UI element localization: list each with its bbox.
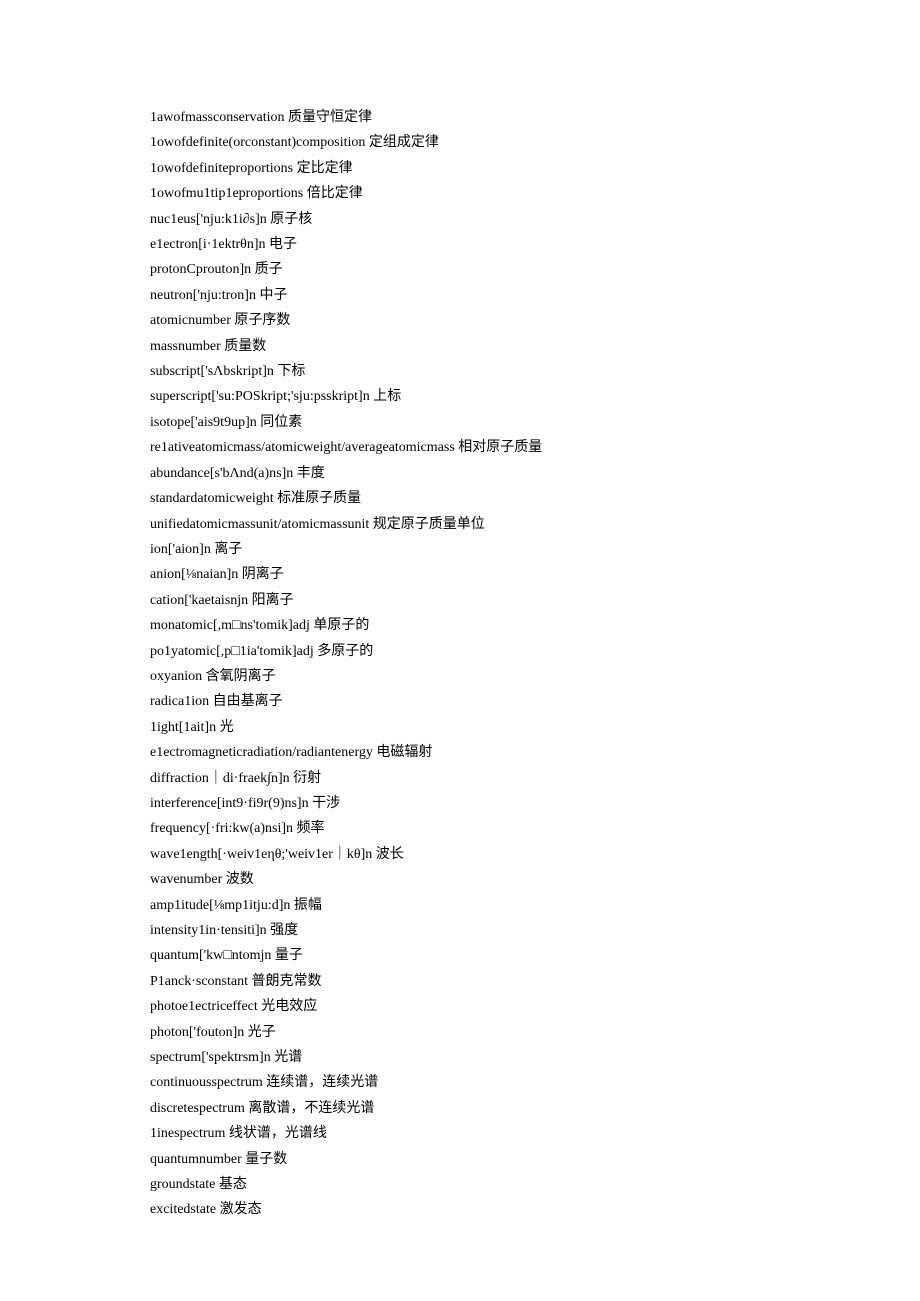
glossary-entry: wavenumber 波数 — [150, 867, 770, 892]
glossary-entry: spectrum['spektrsm]n 光谱 — [150, 1045, 770, 1070]
glossary-entry: abundance[s'bΛnd(a)ns]n 丰度 — [150, 461, 770, 486]
glossary-entry: intensity1in·tensiti]n 强度 — [150, 918, 770, 943]
glossary-entry: discretespectrum 离散谱，不连续光谱 — [150, 1096, 770, 1121]
document-page: 1awofmassconservation 质量守恒定律 1owofdefini… — [0, 0, 920, 1273]
glossary-entry: unifiedatomicmassunit/atomicmassunit 规定原… — [150, 512, 770, 537]
glossary-entry: cation['kaetaisnjn 阳离子 — [150, 588, 770, 613]
glossary-entry: photon['fouton]n 光子 — [150, 1020, 770, 1045]
glossary-entry: continuousspectrum 连续谱，连续光谱 — [150, 1070, 770, 1095]
glossary-entry: superscript['su:POSkript;'sju:psskript]n… — [150, 384, 770, 409]
glossary-entry: radica1ion 自由基离子 — [150, 689, 770, 714]
glossary-entry: wave1ength[·weiv1eηθ;'weiv1er｜kθ]n 波长 — [150, 842, 770, 867]
glossary-entry: po1yatomic[,p□1ia'tomik]adj 多原子的 — [150, 639, 770, 664]
glossary-entry: 1inespectrum 线状谱，光谱线 — [150, 1121, 770, 1146]
glossary-entry: photoe1ectriceffect 光电效应 — [150, 994, 770, 1019]
glossary-entry: nuc1eus['nju:k1i∂s]n 原子核 — [150, 207, 770, 232]
glossary-entry: groundstate 基态 — [150, 1172, 770, 1197]
glossary-entry: anion[⅛naian]n 阴离子 — [150, 562, 770, 587]
glossary-entry: excitedstate 激发态 — [150, 1197, 770, 1222]
glossary-entry: massnumber 质量数 — [150, 334, 770, 359]
glossary-entry: diffraction｜di·fraek∫n]n 衍射 — [150, 766, 770, 791]
glossary-entry: re1ativeatomicmass/atomicweight/averagea… — [150, 435, 770, 460]
glossary-entry: ion['aion]n 离子 — [150, 537, 770, 562]
glossary-entry: interference[int9·fi9r(9)ns]n 干涉 — [150, 791, 770, 816]
glossary-entry: frequency[·fri:kw(a)nsi]n 频率 — [150, 816, 770, 841]
glossary-entry: 1owofdefiniteproportions 定比定律 — [150, 156, 770, 181]
glossary-entry: monatomic[,m□ns'tomik]adj 单原子的 — [150, 613, 770, 638]
glossary-entry: 1ight[1ait]n 光 — [150, 715, 770, 740]
glossary-entry: 1owofmu1tip1eproportions 倍比定律 — [150, 181, 770, 206]
glossary-entry: 1owofdefinite(orconstant)composition 定组成… — [150, 130, 770, 155]
glossary-entry: quantumnumber 量子数 — [150, 1147, 770, 1172]
glossary-entry: P1anck·sconstant 普朗克常数 — [150, 969, 770, 994]
glossary-entry: protonCprouton]n 质子 — [150, 257, 770, 282]
glossary-entry: e1ectron[i·1ektrθn]n 电子 — [150, 232, 770, 257]
glossary-entry: amp1itude[⅛mp1itju:d]n 振幅 — [150, 893, 770, 918]
glossary-entry: standardatomicweight 标准原子质量 — [150, 486, 770, 511]
glossary-entry: isotope['ais9t9up]n 同位素 — [150, 410, 770, 435]
glossary-entry: oxyanion 含氧阴离子 — [150, 664, 770, 689]
glossary-entry: atomicnumber 原子序数 — [150, 308, 770, 333]
glossary-entry: quantum['kw□ntomjn 量子 — [150, 943, 770, 968]
glossary-entry: subscript['sΛbskript]n 下标 — [150, 359, 770, 384]
glossary-entry: neutron['nju:tron]n 中子 — [150, 283, 770, 308]
glossary-entry: e1ectromagneticradiation/radiantenergy 电… — [150, 740, 770, 765]
glossary-entry: 1awofmassconservation 质量守恒定律 — [150, 105, 770, 130]
